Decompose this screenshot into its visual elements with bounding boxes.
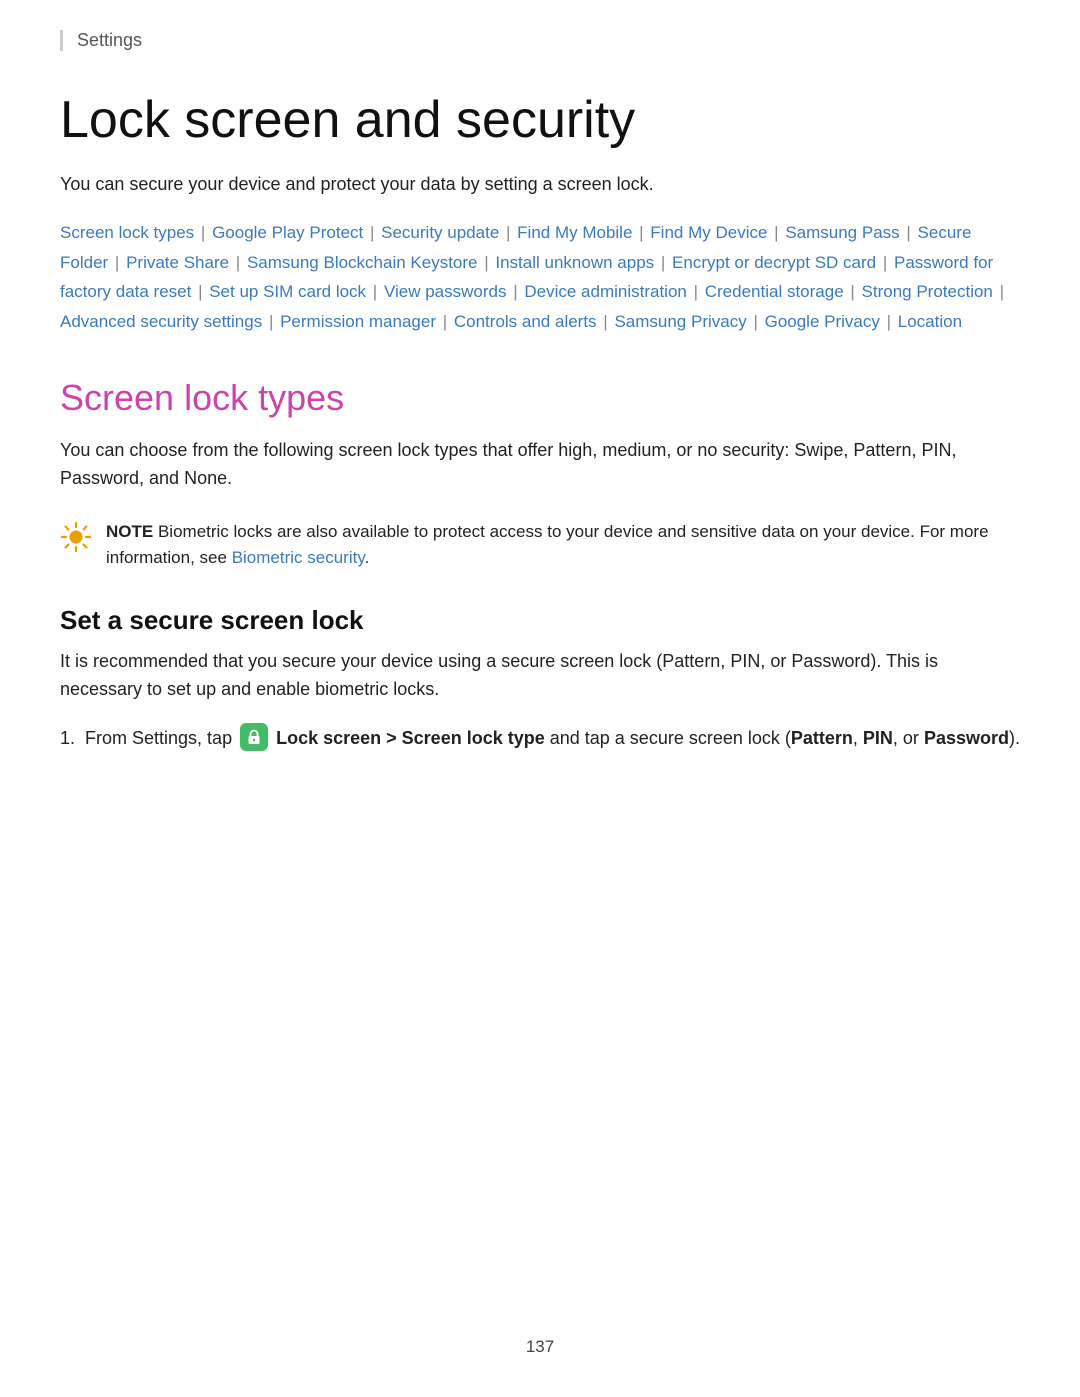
secure-lock-title: Set a secure screen lock xyxy=(60,605,1020,636)
link-sim-lock[interactable]: Set up SIM card lock xyxy=(209,282,366,301)
screen-lock-types-title: Screen lock types xyxy=(60,377,1020,419)
step-1-content: From Settings, tap Lock screen > Screen … xyxy=(85,724,1020,753)
link-find-my-mobile[interactable]: Find My Mobile xyxy=(517,223,632,242)
link-find-my-device[interactable]: Find My Device xyxy=(650,223,767,242)
breadcrumb-text: Settings xyxy=(77,30,142,50)
link-advanced-security[interactable]: Advanced security settings xyxy=(60,312,262,331)
step-1-pattern: Pattern xyxy=(791,728,853,748)
step-1-number: 1. xyxy=(60,724,75,753)
link-samsung-pass[interactable]: Samsung Pass xyxy=(785,223,899,242)
screen-lock-types-desc: You can choose from the following screen… xyxy=(60,437,1020,493)
note-icon xyxy=(60,521,92,558)
page-title: Lock screen and security xyxy=(60,91,1020,151)
link-screen-lock-types[interactable]: Screen lock types xyxy=(60,223,194,242)
secure-lock-desc: It is recommended that you secure your d… xyxy=(60,648,1020,704)
page-footer: 137 xyxy=(0,1337,1080,1357)
lock-icon-svg xyxy=(245,728,263,746)
link-credential[interactable]: Credential storage xyxy=(705,282,844,301)
note-text: NOTE Biometric locks are also available … xyxy=(106,519,1020,572)
link-security-update[interactable]: Security update xyxy=(381,223,499,242)
step-1-pin: PIN xyxy=(863,728,893,748)
link-google-privacy[interactable]: Google Privacy xyxy=(765,312,880,331)
link-biometric-security[interactable]: Biometric security xyxy=(232,548,365,567)
step-1-link-text: Lock screen > Screen lock type xyxy=(276,728,545,748)
link-unknown-apps[interactable]: Install unknown apps xyxy=(495,253,654,272)
note-end: . xyxy=(365,548,370,567)
link-google-play[interactable]: Google Play Protect xyxy=(212,223,363,242)
link-location[interactable]: Location xyxy=(898,312,962,331)
link-blockchain[interactable]: Samsung Blockchain Keystore xyxy=(247,253,478,272)
link-private-share[interactable]: Private Share xyxy=(126,253,229,272)
steps-list: 1. From Settings, tap Lock screen > Scre… xyxy=(60,724,1020,753)
page-number: 137 xyxy=(526,1337,554,1356)
intro-text: You can secure your device and protect y… xyxy=(60,171,1020,198)
step-1: 1. From Settings, tap Lock screen > Scre… xyxy=(60,724,1020,753)
links-block: Screen lock types | Google Play Protect … xyxy=(60,218,1020,337)
link-permission[interactable]: Permission manager xyxy=(280,312,436,331)
note-label: NOTE xyxy=(106,522,153,541)
page-container: Settings Lock screen and security You ca… xyxy=(0,0,1080,1397)
step-1-password: Password xyxy=(924,728,1009,748)
link-strong-protection[interactable]: Strong Protection xyxy=(862,282,993,301)
link-encrypt-sd[interactable]: Encrypt or decrypt SD card xyxy=(672,253,876,272)
link-controls-alerts[interactable]: Controls and alerts xyxy=(454,312,597,331)
note-sun-icon xyxy=(60,521,92,553)
breadcrumb: Settings xyxy=(60,30,1020,51)
link-view-passwords[interactable]: View passwords xyxy=(384,282,507,301)
link-samsung-privacy[interactable]: Samsung Privacy xyxy=(614,312,746,331)
note-box: NOTE Biometric locks are also available … xyxy=(60,519,1020,572)
link-device-admin[interactable]: Device administration xyxy=(524,282,687,301)
lock-screen-icon xyxy=(240,723,268,751)
